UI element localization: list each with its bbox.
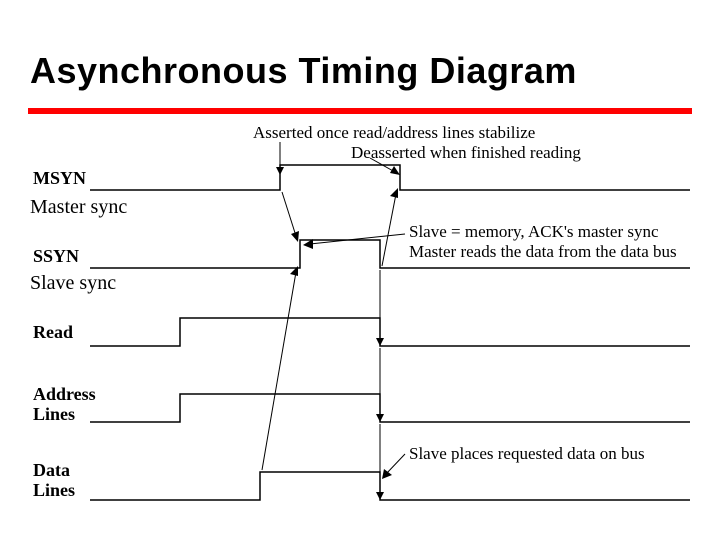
- data-waveform: [90, 472, 690, 500]
- arrow-msyn-to-ssyn: [282, 192, 296, 236]
- slide: Asynchronous Timing Diagram Asserted onc…: [0, 0, 720, 540]
- arrow-ssyn-to-msyn-fall: [382, 194, 396, 266]
- arrowhead-ssyn-to-msyn-fall: [390, 188, 398, 198]
- arrow-data-to-ssyn: [262, 272, 296, 470]
- timing-waveforms: [0, 0, 720, 540]
- address-waveform: [90, 394, 690, 422]
- read-waveform: [90, 318, 690, 346]
- arrowhead-deasserted: [390, 166, 400, 175]
- arrow-data-on-bus: [386, 454, 405, 474]
- arrow-slave-ack: [310, 234, 405, 244]
- arrowhead-fall-chain-1: [376, 338, 384, 346]
- arrowhead-fall-chain-2: [376, 414, 384, 422]
- ssyn-waveform: [90, 240, 690, 268]
- arrowhead-msyn-to-ssyn: [291, 231, 299, 242]
- arrowhead-fall-chain-3: [376, 492, 384, 500]
- arrowhead-data-on-bus: [382, 469, 392, 479]
- arrowhead-asserted: [276, 167, 284, 175]
